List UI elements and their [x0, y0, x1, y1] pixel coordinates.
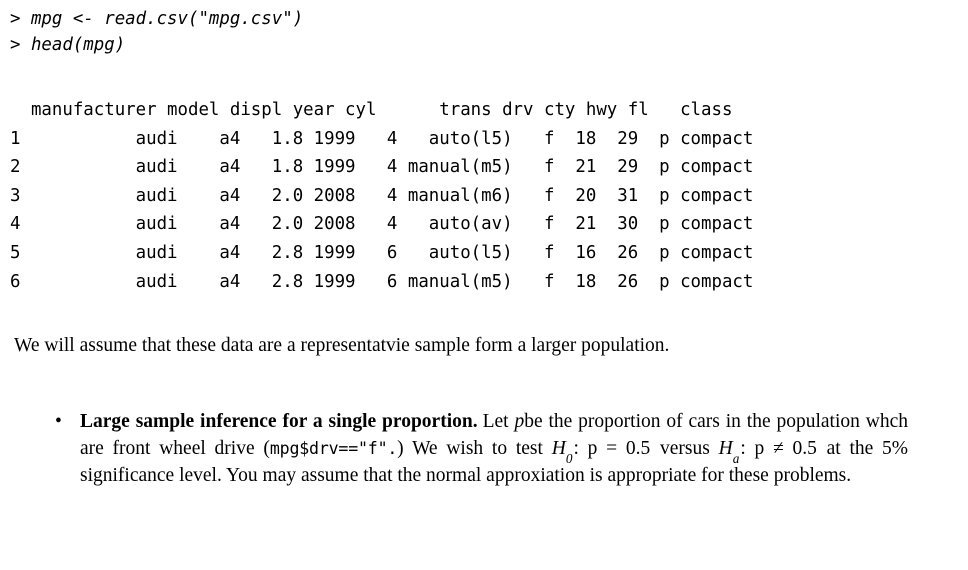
bullet-icon: •: [55, 411, 62, 432]
table-row: 6 audi a4 2.8 1999 6 manual(m5) f 18 26 …: [10, 271, 754, 292]
r-console-commands: > mpg <- read.csv("mpg.csv") > head(mpg): [10, 6, 958, 58]
math-p: p: [514, 411, 525, 432]
item-text-4: We wish to test: [412, 438, 543, 460]
math-alt-hypothesis: Ha: p ≠ 0.5: [718, 438, 817, 466]
item-lead-in: Large sample inference for a single prop…: [80, 411, 478, 432]
dataframe-output: manufacturer model displ year cyl trans …: [10, 96, 958, 296]
list-item: • Large sample inference for a single pro…: [52, 408, 908, 490]
item-text-5: versus: [660, 438, 710, 460]
console-line-head: > head(mpg): [10, 35, 126, 55]
math-null-hypothesis: H0: p = 0.5: [551, 438, 651, 466]
table-row: 4 audi a4 2.0 2008 4 auto(av) f 21 30 p …: [10, 214, 754, 235]
item-text-3: ): [397, 438, 404, 460]
console-line-read-csv: > mpg <- read.csv("mpg.csv"): [10, 9, 304, 29]
item-text-7: You may assume that the normal approxiat…: [226, 465, 852, 487]
table-row: 2 audi a4 1.8 1999 4 manual(m5) f 21 29 …: [10, 157, 754, 178]
item-text-1: Let: [482, 411, 509, 432]
assumption-paragraph: We will assume that these data are a rep…: [14, 335, 670, 356]
dataframe-header-row: manufacturer model displ year cyl trans …: [10, 100, 733, 120]
table-row: 3 audi a4 2.0 2008 4 manual(m6) f 20 31 …: [10, 185, 754, 206]
table-row: 1 audi a4 1.8 1999 4 auto(l5) f 18 29 p …: [10, 128, 754, 149]
itemize-list: • Large sample inference for a single pro…: [52, 408, 908, 490]
table-row: 5 audi a4 2.8 1999 6 auto(l5) f 16 26 p …: [10, 242, 754, 263]
code-drv-filter: mpg$drv=="f".: [269, 439, 398, 459]
